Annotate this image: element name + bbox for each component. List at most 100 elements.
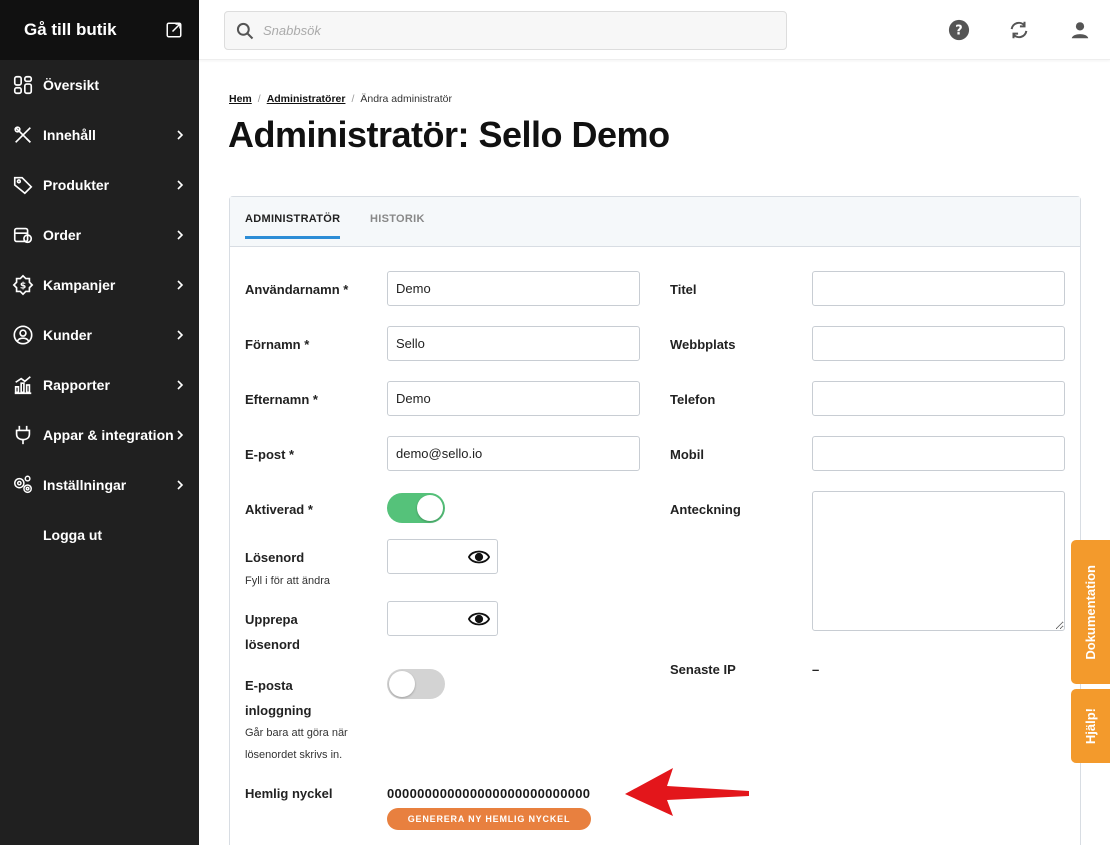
generate-secret-key-button[interactable]: GENERERA NY HEMLIG NYCKEL xyxy=(387,808,591,830)
chart-icon xyxy=(12,374,34,396)
email-input[interactable] xyxy=(387,436,640,471)
sidebar-item-innehall[interactable]: Innehåll xyxy=(0,110,199,160)
breadcrumb-home[interactable]: Hem xyxy=(229,93,252,105)
email-login-hint-2: lösenordet skrivs in. xyxy=(245,749,343,761)
chevron-right-icon xyxy=(177,380,184,390)
sidebar-item-appar[interactable]: Appar & integration xyxy=(0,410,199,460)
store-link-row[interactable]: Gå till butik xyxy=(0,0,199,60)
documentation-tab-label: Dokumentation xyxy=(1083,564,1098,660)
logout-link[interactable]: Logga ut xyxy=(0,510,199,560)
phone-input[interactable] xyxy=(812,381,1065,416)
breadcrumb-admins[interactable]: Administratörer xyxy=(267,93,346,105)
top-header: ? xyxy=(199,0,1110,60)
external-link-icon[interactable] xyxy=(165,21,183,39)
email-login-label-1: E-posta xyxy=(245,678,293,693)
annotation-arrow-icon xyxy=(625,768,749,816)
documentation-tab[interactable]: Dokumentation xyxy=(1071,540,1110,684)
sync-icon[interactable] xyxy=(1007,18,1031,42)
customer-icon xyxy=(12,324,34,346)
svg-text:?: ? xyxy=(955,24,962,39)
mobile-input[interactable] xyxy=(812,436,1065,471)
repeat-password-input[interactable] xyxy=(387,601,498,636)
breadcrumb: Hem / Administratörer / Ändra administra… xyxy=(229,93,452,105)
help-tab[interactable]: Hjälp! xyxy=(1071,689,1110,763)
sidebar-item-rapporter[interactable]: Rapporter xyxy=(0,360,199,410)
tab-bar: ADMINISTRATÖR HISTORIK xyxy=(230,197,1080,247)
firstname-label: Förnamn * xyxy=(245,337,310,352)
sidebar-item-order[interactable]: Order xyxy=(0,210,199,260)
eye-icon[interactable] xyxy=(468,548,490,566)
secret-key-value: 000000000000000000000000000 xyxy=(387,786,591,801)
email-label: E-post * xyxy=(245,447,295,462)
title-label: Titel xyxy=(670,282,697,297)
sidebar-item-label: Inställningar xyxy=(43,477,127,493)
sidebar: Gå till butik Översikt Innehåll Produkte… xyxy=(0,0,199,845)
chevron-right-icon xyxy=(177,180,184,190)
last-ip-label: Senaste IP xyxy=(670,662,736,677)
tab-administrator[interactable]: ADMINISTRATÖR xyxy=(245,213,341,239)
user-icon[interactable] xyxy=(1068,18,1092,42)
sidebar-item-label: Översikt xyxy=(43,77,100,93)
toggle-knob xyxy=(389,671,415,697)
toggle-knob xyxy=(417,495,443,521)
lastname-input[interactable] xyxy=(387,381,640,416)
svg-text:$: $ xyxy=(20,281,26,292)
breadcrumb-separator: / xyxy=(351,93,355,105)
email-login-toggle[interactable] xyxy=(387,669,445,699)
plug-icon xyxy=(12,424,34,446)
password-hint: Fyll i för att ändra xyxy=(245,575,330,587)
password-input[interactable] xyxy=(387,539,498,574)
website-label: Webbplats xyxy=(670,337,736,352)
username-label: Användarnamn * xyxy=(245,282,349,297)
tag-icon xyxy=(12,174,34,196)
sidebar-item-kampanjer[interactable]: $ Kampanjer xyxy=(0,260,199,310)
chevron-right-icon xyxy=(177,280,184,290)
chevron-right-icon xyxy=(177,480,184,490)
help-tab-label: Hjälp! xyxy=(1083,707,1098,745)
activated-toggle[interactable] xyxy=(387,493,445,523)
title-input[interactable] xyxy=(812,271,1065,306)
phone-label: Telefon xyxy=(670,392,716,407)
sidebar-item-label: Order xyxy=(43,227,82,243)
chevron-right-icon xyxy=(177,230,184,240)
page-title: Administratör: Sello Demo xyxy=(228,114,670,155)
last-ip-value: – xyxy=(812,662,820,677)
password-label: Lösenord xyxy=(245,550,305,565)
mobile-label: Mobil xyxy=(670,447,704,462)
eye-icon[interactable] xyxy=(468,610,490,628)
sidebar-item-installningar[interactable]: Inställningar xyxy=(0,460,199,510)
note-textarea[interactable] xyxy=(812,491,1065,631)
breadcrumb-separator: / xyxy=(257,93,261,105)
note-label: Anteckning xyxy=(670,502,741,517)
sidebar-item-oversikt[interactable]: Översikt xyxy=(0,60,199,110)
search-box[interactable] xyxy=(224,11,787,50)
sidebar-item-label: Innehåll xyxy=(43,127,96,143)
help-icon[interactable]: ? xyxy=(947,18,971,42)
chevron-right-icon xyxy=(177,430,184,440)
sidebar-item-produkter[interactable]: Produkter xyxy=(0,160,199,210)
repeat-password-label-1: Upprepa xyxy=(245,612,298,627)
chevron-right-icon xyxy=(177,130,184,140)
sidebar-item-label: Rapporter xyxy=(43,377,110,393)
breadcrumb-current: Ändra administratör xyxy=(360,93,452,105)
email-login-hint-1: Går bara att göra när xyxy=(245,727,348,739)
repeat-password-label-2: lösenord xyxy=(245,637,300,652)
sidebar-item-kunder[interactable]: Kunder xyxy=(0,310,199,360)
store-link[interactable]: Gå till butik xyxy=(24,20,117,40)
sidebar-item-label: Appar & integration xyxy=(43,427,174,443)
username-input[interactable] xyxy=(387,271,640,306)
coupon-icon: $ xyxy=(12,274,34,296)
search-input[interactable] xyxy=(263,23,763,38)
search-icon xyxy=(236,22,254,39)
tab-historik[interactable]: HISTORIK xyxy=(370,213,425,225)
sidebar-item-label: Produkter xyxy=(43,177,110,193)
gears-icon xyxy=(12,474,34,496)
lastname-label: Efternamn * xyxy=(245,392,318,407)
activated-label: Aktiverad * xyxy=(245,502,313,517)
website-input[interactable] xyxy=(812,326,1065,361)
chevron-right-icon xyxy=(177,330,184,340)
dashboard-icon xyxy=(12,74,34,96)
secret-key-label: Hemlig nyckel xyxy=(245,786,333,801)
tools-icon xyxy=(12,124,34,146)
firstname-input[interactable] xyxy=(387,326,640,361)
